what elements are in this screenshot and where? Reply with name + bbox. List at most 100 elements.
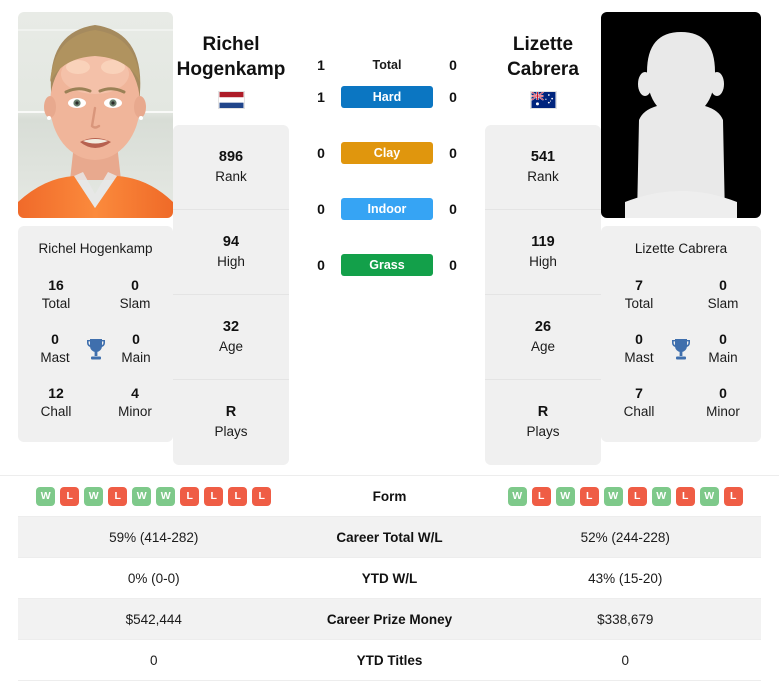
right-stat-slam: 0 Slam — [707, 277, 739, 311]
left-high: 94 High — [173, 210, 289, 295]
right-titles-row-total-slam: 7 Total 0 Slam — [607, 268, 755, 322]
left-stat-minor: 4 Minor — [118, 385, 152, 419]
left-form-badges: WLWLWWLLLL — [18, 486, 290, 506]
right-player-heading: Lizette Cabrera — [485, 12, 601, 125]
left-player-summary-column: Richel Hogenkamp 896 Rank 94 High 32 Age… — [173, 12, 289, 465]
head-to-head-surfaces: 1 Total 0 1 Hard 0 0 Clay 0 0 Indoor 0 0 — [289, 12, 485, 293]
right-player-panel: Lizette Cabrera 7 Total 0 Slam 0 Mast 0 … — [601, 12, 761, 442]
h2h-right-hard: 0 — [449, 89, 457, 105]
flag-netherlands-icon — [217, 91, 245, 109]
table-row-career-prize-money: $542,444 Career Prize Money $338,679 — [18, 599, 761, 640]
comparison-top-section: Richel Hogenkamp 16 Total 0 Slam 0 Mast … — [0, 0, 779, 475]
right-stat-total: 7 Total — [624, 277, 654, 311]
left-stat-mast: 0 Mast — [40, 331, 70, 365]
right-player-summary-column: Lizette Cabrera 541 Rank 119 High 26 Age… — [485, 12, 601, 465]
flag-australia-icon — [529, 91, 557, 109]
form-badge-win[interactable]: W — [651, 486, 671, 506]
h2h-left-total: 1 — [317, 56, 325, 73]
left-career-prize-money: $542,444 — [125, 611, 182, 627]
form-badge-win[interactable]: W — [36, 486, 56, 506]
right-stat-mast: 0 Mast — [624, 331, 654, 365]
left-titles-panel: Richel Hogenkamp 16 Total 0 Slam 0 Mast … — [18, 226, 173, 442]
h2h-left-indoor: 0 — [317, 201, 325, 217]
form-badge-loss[interactable]: L — [723, 486, 743, 506]
surface-label-total: Total — [372, 57, 402, 72]
h2h-row-grass: 0 Grass 0 — [289, 237, 485, 293]
left-player-name-label: Richel Hogenkamp — [38, 241, 153, 256]
table-row-ytd-wl: 0% (0-0) YTD W/L 43% (15-20) — [18, 558, 761, 599]
h2h-comparison-page: Richel Hogenkamp 16 Total 0 Slam 0 Mast … — [0, 0, 779, 681]
h2h-left-hard: 1 — [317, 89, 325, 105]
h2h-row-hard: 1 Hard 0 — [289, 69, 485, 125]
trophy-icon — [82, 337, 109, 361]
right-career-prize-money: $338,679 — [597, 611, 654, 627]
left-player-heading: Richel Hogenkamp — [173, 12, 289, 125]
h2h-right-grass: 0 — [449, 257, 457, 273]
form-badge-loss[interactable]: L — [627, 486, 647, 506]
h2h-left-grass: 0 — [317, 257, 325, 273]
h2h-right-total: 0 — [449, 56, 457, 73]
right-stat-chall: 7 Chall — [623, 385, 655, 419]
left-plays: R Plays — [214, 404, 248, 439]
form-badge-loss[interactable]: L — [531, 486, 551, 506]
right-plays: R Plays — [526, 404, 560, 439]
right-career-total-wl: 52% (244-228) — [580, 529, 670, 545]
surface-label-clay: Clay — [341, 142, 433, 164]
table-label-ytd-wl: YTD W/L — [361, 570, 418, 586]
h2h-right-indoor: 0 — [449, 201, 457, 217]
comparison-stats-table: WLWLWWLLLL Form WLWLWLWLWL 59% (414-282)… — [0, 475, 779, 681]
right-high: 119 High — [485, 210, 601, 295]
h2h-row-indoor: 0 Indoor 0 — [289, 181, 485, 237]
form-badge-win[interactable]: W — [699, 486, 719, 506]
form-badge-win[interactable]: W — [156, 486, 176, 506]
form-badge-loss[interactable]: L — [579, 486, 599, 506]
h2h-row-clay: 0 Clay 0 — [289, 125, 485, 181]
right-player-photo-placeholder — [601, 12, 761, 218]
right-rank: 541 Rank — [485, 125, 601, 210]
table-label-career-prize-money: Career Prize Money — [326, 611, 453, 627]
form-badge-loss[interactable]: L — [252, 486, 272, 506]
h2h-left-clay: 0 — [317, 145, 325, 161]
right-titles-row-mast-main: 0 Mast 0 Main — [607, 322, 755, 376]
right-ytd-titles: 0 — [621, 652, 629, 668]
left-career-total-wl: 59% (414-282) — [109, 529, 199, 545]
left-key-stats: 896 Rank 94 High 32 Age R Plays — [173, 125, 289, 465]
form-badge-loss[interactable]: L — [228, 486, 248, 506]
table-label-ytd-titles: YTD Titles — [356, 652, 423, 668]
form-badge-win[interactable]: W — [84, 486, 104, 506]
left-titles-row-mast-main: 0 Mast 0 Main — [24, 322, 167, 376]
table-row-ytd-titles: 0 YTD Titles 0 — [18, 640, 761, 681]
table-label-form: Form — [372, 488, 407, 504]
left-stat-chall: 12 Chall — [40, 385, 72, 419]
left-ytd-wl: 0% (0-0) — [127, 570, 180, 586]
table-row-form: WLWLWWLLLL Form WLWLWLWLWL — [18, 476, 761, 517]
left-rank: 896 Rank — [173, 125, 289, 210]
surface-label-hard: Hard — [341, 86, 433, 108]
left-player-photo — [18, 12, 173, 218]
left-ytd-titles: 0 — [149, 652, 158, 668]
form-badge-loss[interactable]: L — [60, 486, 80, 506]
right-ytd-wl: 43% (15-20) — [588, 570, 663, 586]
right-stat-main: 0 Main — [708, 331, 738, 365]
form-badge-loss[interactable]: L — [180, 486, 200, 506]
surface-label-grass: Grass — [341, 254, 433, 276]
form-badge-loss[interactable]: L — [108, 486, 128, 506]
left-stat-total: 16 Total — [41, 277, 71, 311]
left-titles-row-chall-minor: 12 Chall 4 Minor — [24, 376, 167, 430]
trophy-icon — [667, 337, 695, 361]
form-badge-win[interactable]: W — [507, 486, 527, 506]
h2h-row-total: 1 Total 0 — [289, 12, 485, 73]
surface-label-indoor: Indoor — [341, 198, 433, 220]
left-titles-row-total-slam: 16 Total 0 Slam — [24, 268, 167, 322]
table-label-career-total-wl: Career Total W/L — [336, 529, 443, 545]
left-stat-main: 0 Main — [121, 331, 151, 365]
right-form-badges: WLWLWLWLWL — [490, 486, 762, 506]
form-badge-win[interactable]: W — [555, 486, 575, 506]
h2h-right-clay: 0 — [449, 145, 457, 161]
right-titles-row-chall-minor: 7 Chall 0 Minor — [607, 376, 755, 430]
form-badge-win[interactable]: W — [603, 486, 623, 506]
form-badge-loss[interactable]: L — [204, 486, 224, 506]
form-badge-loss[interactable]: L — [675, 486, 695, 506]
form-badge-win[interactable]: W — [132, 486, 152, 506]
left-age: 32 Age — [173, 295, 289, 380]
